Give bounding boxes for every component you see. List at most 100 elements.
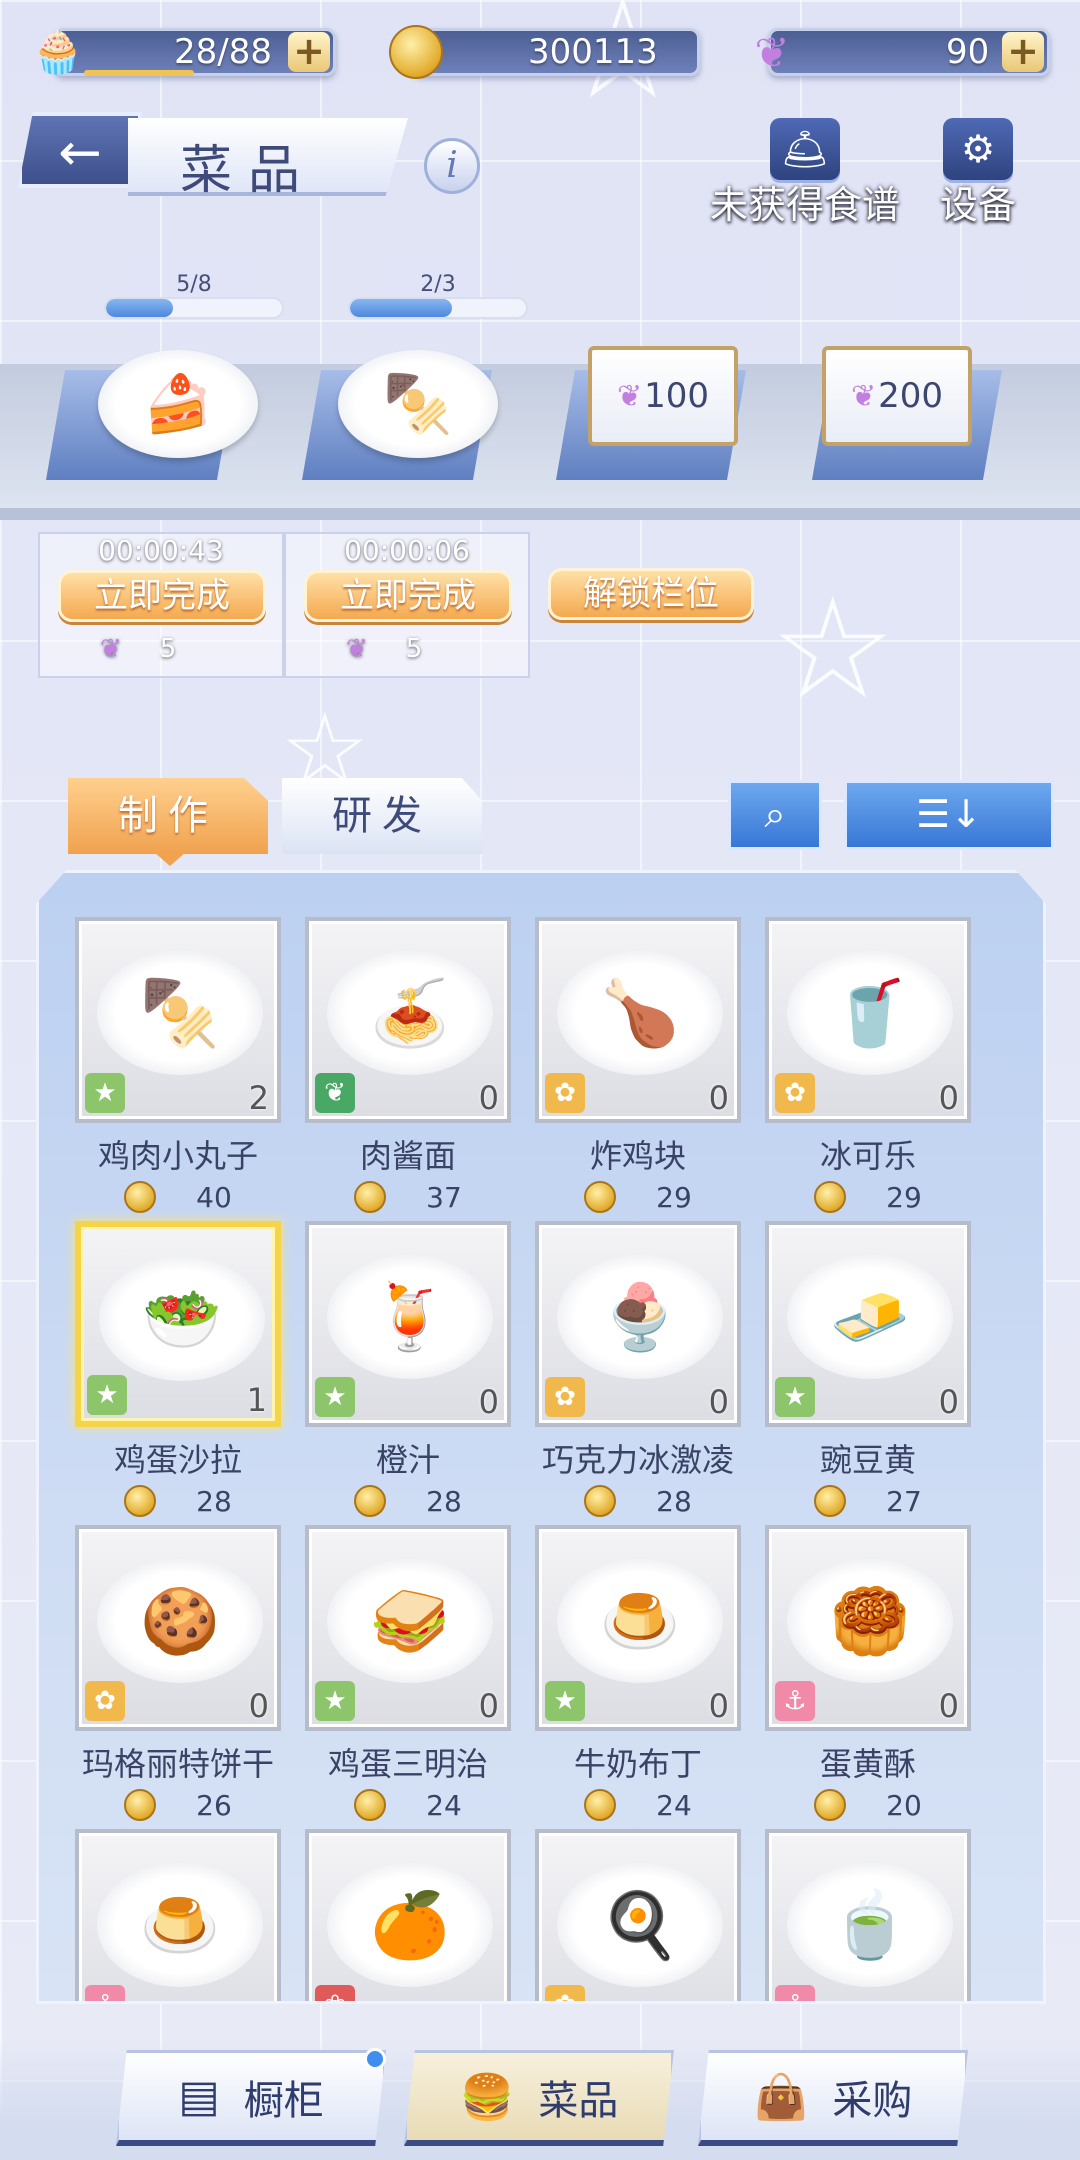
dish-icon: 🍝	[327, 951, 493, 1075]
burger-icon: 🍔	[459, 2071, 515, 2123]
tab-make[interactable]: 制作	[68, 778, 268, 854]
add-stamina-button[interactable]: +	[288, 32, 330, 72]
stamina-counter: 🧁 28/88 +	[24, 22, 336, 82]
recipe-card[interactable]: 🍨 ✿ 0 巧克力冰激凌 28	[535, 1221, 741, 1518]
recipe-price: 24	[305, 1789, 511, 1822]
info-button[interactable]: i	[424, 138, 480, 194]
recipe-card[interactable]: 🥗 ★ 1 鸡蛋沙拉 28	[75, 1221, 281, 1518]
owned-count: 0	[708, 1383, 729, 1421]
shelf-edge	[0, 508, 1080, 520]
unlock-slot-3-card[interactable]: ❦ 100	[588, 346, 738, 446]
finish-now-button-1[interactable]: 立即完成	[58, 570, 266, 622]
notification-dot	[364, 2048, 386, 2070]
slot-2-dish[interactable]: 🍢	[338, 350, 498, 458]
dish-icon: 🍗	[557, 951, 723, 1075]
finish-now-button-2[interactable]: 立即完成	[304, 570, 512, 622]
recipe-card[interactable]: 🍳✿	[535, 1829, 741, 2001]
unlock-slot-button[interactable]: 解锁栏位	[548, 568, 754, 620]
recipe-price-value: 29	[886, 1181, 922, 1214]
cupcake-icon: 🧁	[31, 27, 85, 76]
rarity-badge-icon: ✿	[545, 1377, 585, 1417]
owned-count: 0	[478, 1079, 499, 1117]
owned-count: 0	[248, 1687, 269, 1725]
dish-icon: 🍢	[97, 951, 263, 1075]
meatball-skewers-icon: 🍢	[383, 372, 453, 437]
sort-button[interactable]: ☰↓	[844, 780, 1054, 850]
owned-count: 1	[246, 1381, 267, 1419]
rarity-badge-icon: ✿	[85, 1681, 125, 1721]
recipe-image-frame[interactable]: 🍗 ✿ 0	[535, 917, 741, 1123]
decor-star-icon: ☆	[770, 568, 896, 731]
recipe-price-value: 40	[196, 1181, 232, 1214]
recipe-card[interactable]: 🍊❀	[305, 1829, 511, 2001]
search-icon: ⌕	[764, 792, 786, 836]
recipe-card[interactable]: 🍪 ✿ 0 玛格丽特饼干 26	[75, 1525, 281, 1822]
recipe-image-frame[interactable]: 🍵⚓	[765, 1829, 971, 2001]
slot-1-dish[interactable]: 🍰	[98, 350, 258, 458]
equipment-button[interactable]: ⚙ 设备	[940, 118, 1016, 229]
recipe-image-frame[interactable]: 🧈 ★ 0	[765, 1221, 971, 1427]
recipe-card[interactable]: 🥮 ⚓ 0 蛋黄酥 20	[765, 1525, 971, 1822]
recipe-card[interactable]: 🍢 ★ 2 鸡肉小丸子 40	[75, 917, 281, 1214]
rarity-badge-icon: ★	[85, 1073, 125, 1113]
gold-coin-icon	[584, 1485, 617, 1517]
dish-icon: 🍹	[327, 1255, 493, 1379]
add-gems-button[interactable]: +	[1002, 32, 1044, 72]
recipe-card[interactable]: 🧈 ★ 0 豌豆黄 27	[765, 1221, 971, 1518]
dish-icon: 🍊	[327, 1863, 493, 1987]
recipe-image-frame[interactable]: 🍨 ✿ 0	[535, 1221, 741, 1427]
recipe-card[interactable]: 🍮 ★ 0 牛奶布丁 24	[535, 1525, 741, 1822]
recipe-image-frame[interactable]: 🥪 ★ 0	[305, 1525, 511, 1731]
crystal-swan-icon: ❦	[346, 634, 368, 664]
owned-count: 2	[248, 1079, 269, 1117]
recipe-card[interactable]: 🍹 ★ 0 橙汁 28	[305, 1221, 511, 1518]
gem-value: 90	[946, 32, 990, 72]
recipe-card[interactable]: 🍮⚓	[75, 1829, 281, 2001]
search-button[interactable]: ⌕	[728, 780, 822, 850]
recipe-image-frame[interactable]: 🍝 ❦ 0	[305, 917, 511, 1123]
recipe-image-frame[interactable]: 🥗 ★ 1	[75, 1221, 281, 1427]
recipe-image-frame[interactable]: 🍪 ✿ 0	[75, 1525, 281, 1731]
recipe-card[interactable]: 🍗 ✿ 0 炸鸡块 29	[535, 917, 741, 1214]
recipe-card[interactable]: 🍵⚓	[765, 1829, 971, 2001]
rarity-badge-icon: ✿	[775, 1073, 815, 1113]
gold-coin-icon	[124, 1181, 157, 1213]
recipe-image-frame[interactable]: 🍢 ★ 2	[75, 917, 281, 1123]
nav-purchase[interactable]: 👜 采购	[698, 2050, 968, 2146]
dish-icon: 🥗	[99, 1257, 265, 1381]
recipe-image-frame[interactable]: 🍮 ★ 0	[535, 1525, 741, 1731]
tab-research[interactable]: 研发	[282, 778, 482, 854]
recipe-card[interactable]: 🥤 ✿ 0 冰可乐 29	[765, 917, 971, 1214]
back-arrow-icon: ←	[58, 123, 102, 183]
recipe-image-frame[interactable]: 🥮 ⚓ 0	[765, 1525, 971, 1731]
finish-cost-2: 5	[405, 634, 423, 664]
timer-1-time: 00:00:43	[98, 534, 224, 567]
rarity-badge-icon: ★	[87, 1375, 127, 1415]
nav-dishes[interactable]: 🍔 菜品	[404, 2050, 674, 2146]
back-button[interactable]: ←	[18, 112, 142, 188]
dish-icon: 🍳	[557, 1863, 723, 1987]
gold-coin-icon	[814, 1485, 847, 1517]
slot-1-progress: 5/8	[104, 272, 284, 326]
unlock-slot-4-card[interactable]: ❦ 200	[822, 346, 972, 446]
recipe-image-frame[interactable]: 🍮⚓	[75, 1829, 281, 2001]
timer-slot-2: 00:00:06 立即完成 ❦ 5	[284, 532, 530, 678]
active-tab-pointer	[154, 852, 186, 866]
recipe-card[interactable]: 🍝 ❦ 0 肉酱面 37	[305, 917, 511, 1214]
recipe-card[interactable]: 🥪 ★ 0 鸡蛋三明治 24	[305, 1525, 511, 1822]
recipe-image-frame[interactable]: 🥤 ✿ 0	[765, 917, 971, 1123]
recipe-image-frame[interactable]: 🍳✿	[535, 1829, 741, 2001]
unowned-recipes-button[interactable]: 🛎 未获得食谱	[710, 118, 900, 229]
recipe-name: 鸡肉小丸子	[97, 1137, 258, 1175]
dish-icon: 🥮	[787, 1559, 953, 1683]
stamina-value: 28/88	[174, 32, 272, 72]
nav-cabinet-label: 橱柜	[243, 2077, 324, 2124]
recipe-panel: 🍢 ★ 2 鸡肉小丸子 40 🍝 ❦ 0 肉酱面 37 🍗 ✿ 0 炸鸡块 29 🥤 ✿ 0 冰可乐 29 🥗 ★ 1 鸡蛋沙…	[36, 870, 1046, 2004]
gold-coin-icon	[354, 1181, 387, 1213]
dish-icon: 🥤	[787, 951, 953, 1075]
recipe-price-value: 28	[196, 1485, 232, 1518]
recipe-image-frame[interactable]: 🍹 ★ 0	[305, 1221, 511, 1427]
recipe-price-value: 28	[656, 1485, 692, 1518]
recipe-image-frame[interactable]: 🍊❀	[305, 1829, 511, 2001]
nav-cabinet[interactable]: ▤ 橱柜	[116, 2050, 386, 2146]
